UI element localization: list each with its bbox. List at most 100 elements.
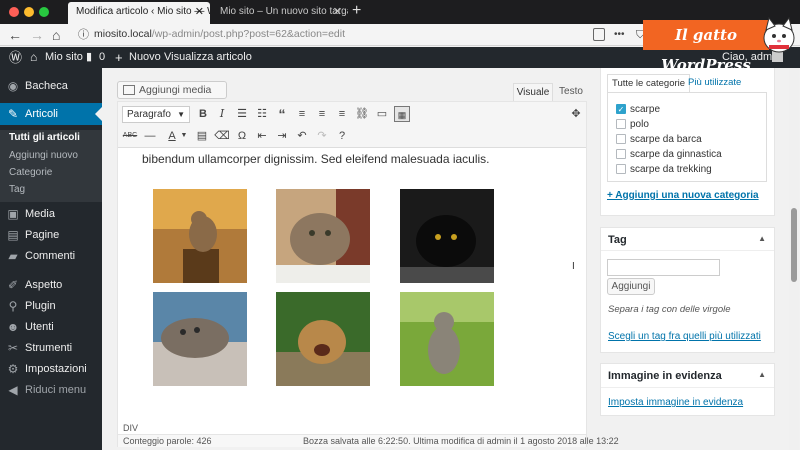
sidebar-item-commenti[interactable]: ▰ Commenti	[0, 245, 102, 267]
collapse-arrow-icon[interactable]: ▲	[758, 370, 766, 379]
wrench-icon: ✂	[7, 341, 19, 355]
checkbox[interactable]	[616, 119, 626, 129]
sidebar-item-riduci-menu[interactable]: ◀ Riduci menu	[0, 379, 102, 401]
link-icon[interactable]: ⛓	[354, 106, 370, 122]
user-icon: ☻	[6, 320, 20, 334]
bullet-list-icon[interactable]: ☰	[234, 106, 250, 122]
sidebar-item-pagine[interactable]: ▤ Pagine	[0, 224, 102, 246]
submenu-tags[interactable]: Tag	[9, 182, 25, 198]
element-path[interactable]: DIV	[123, 423, 138, 433]
clear-formatting-icon[interactable]: ⌫	[214, 128, 230, 144]
sidebar-item-label: Plugin	[25, 300, 56, 312]
sidebar-item-bacheca[interactable]: ◉ Bacheca	[0, 75, 102, 97]
sidebar-item-media[interactable]: ▣ Media	[0, 203, 102, 225]
post-content-text[interactable]: bibendum ullamcorper dignissim. Sed elei…	[142, 152, 490, 166]
tab-visual-label: Visuale	[516, 87, 550, 98]
wordpress-logo-icon[interactable]: Ⓦ	[9, 47, 22, 68]
horizontal-line-icon[interactable]: —	[142, 128, 158, 144]
category-label: polo	[630, 119, 649, 130]
address-input[interactable]: miosito.local/wp-admin/post.php?post=62&…	[94, 28, 345, 40]
view-post-link[interactable]: Visualizza articolo	[164, 47, 252, 68]
tab-site-home[interactable]: Mio sito – Un nuovo sito targato Wor ✕	[212, 2, 348, 24]
new-content-link[interactable]: Nuovo	[129, 47, 161, 68]
save-status: Bozza salvata alle 6:22:50. Ultima modif…	[303, 436, 619, 446]
sidebar-item-articoli[interactable]: ✎ Articoli	[0, 103, 102, 125]
gallery-image-2[interactable]	[276, 189, 370, 283]
sidebar-item-label: Riduci menu	[25, 384, 87, 396]
collapse-arrow-icon[interactable]: ▲	[758, 234, 766, 243]
submenu-categories[interactable]: Categorie	[9, 165, 52, 181]
category-label: scarpe	[630, 104, 661, 115]
scrollbar-thumb[interactable]	[791, 208, 797, 282]
blockquote-icon[interactable]: “	[274, 106, 290, 122]
read-more-icon[interactable]: ▭	[374, 106, 390, 122]
reader-view-icon[interactable]	[593, 28, 605, 41]
more-actions-icon[interactable]: •••	[614, 25, 625, 45]
help-icon[interactable]: ?	[334, 128, 350, 144]
fullscreen-icon[interactable]: ✥	[568, 106, 584, 122]
admin-sidebar: ◉ Bacheca ✎ Articoli Tutti gli articoli …	[0, 68, 102, 450]
gallery-image-4[interactable]	[153, 292, 247, 386]
align-center-icon[interactable]: ≡	[314, 106, 330, 122]
format-select[interactable]: Paragrafo ▼	[122, 106, 190, 123]
close-tab-icon[interactable]: ✕	[333, 2, 342, 22]
sidebar-item-strumenti[interactable]: ✂ Strumenti	[0, 337, 102, 359]
gallery-image-5[interactable]	[276, 292, 370, 386]
home-icon[interactable]: ⌂	[52, 25, 60, 45]
forward-arrow-icon[interactable]: →	[30, 25, 44, 45]
comment-icon[interactable]: ▮	[86, 47, 92, 68]
minimize-window-button[interactable]	[24, 7, 34, 17]
outdent-icon[interactable]: ⇤	[254, 128, 270, 144]
new-tab-button[interactable]: +	[352, 1, 361, 21]
tab-text[interactable]: Testo	[555, 83, 587, 101]
numbered-list-icon[interactable]: ☷	[254, 106, 270, 122]
paste-text-icon[interactable]: ▤	[194, 128, 210, 144]
bold-icon[interactable]: B	[195, 106, 211, 122]
checkbox-checked[interactable]: ✓	[616, 104, 626, 114]
indent-icon[interactable]: ⇥	[274, 128, 290, 144]
align-right-icon[interactable]: ≡	[334, 106, 350, 122]
close-window-button[interactable]	[9, 7, 19, 17]
gallery-image-1[interactable]	[153, 189, 247, 283]
page-scrollbar[interactable]	[789, 68, 799, 450]
set-featured-image-link[interactable]: Imposta immagine in evidenza	[608, 397, 743, 408]
tab-edit-post[interactable]: Modifica articolo ‹ Mio sito — Word ✕	[68, 2, 210, 24]
undo-icon[interactable]: ↶	[294, 128, 310, 144]
submenu-all-posts[interactable]: Tutti gli articoli	[9, 130, 80, 146]
special-character-icon[interactable]: Ω	[234, 128, 250, 144]
strikethrough-icon[interactable]: ABC	[122, 128, 138, 144]
tab-visual[interactable]: Visuale	[513, 83, 553, 101]
gallery-image-3[interactable]	[400, 189, 494, 283]
checkbox[interactable]	[616, 164, 626, 174]
site-info-icon[interactable]: ⓘ	[78, 25, 89, 45]
comments-count[interactable]: 0	[99, 47, 105, 68]
gallery-image-6[interactable]	[400, 292, 494, 386]
tag-hint: Separa i tag con delle virgole	[608, 304, 731, 315]
toolbar-toggle-icon[interactable]: ▦	[394, 106, 410, 122]
add-media-button[interactable]: Aggiungi media	[117, 81, 227, 99]
checkbox[interactable]	[616, 134, 626, 144]
word-count: Conteggio parole: 426	[123, 436, 212, 446]
checkbox[interactable]	[616, 149, 626, 159]
close-tab-icon[interactable]: ✕	[195, 2, 204, 22]
featured-image-panel: Immagine in evidenza ▲	[600, 363, 775, 416]
add-tag-button[interactable]: Aggiungi	[607, 278, 655, 295]
back-arrow-icon[interactable]: ←	[8, 25, 22, 45]
choose-tag-link[interactable]: Scegli un tag fra quelli più utilizzati	[608, 331, 761, 342]
maximize-window-button[interactable]	[39, 7, 49, 17]
sidebar-item-impostazioni[interactable]: ⚙ Impostazioni	[0, 358, 102, 380]
tab-title: Modifica articolo ‹ Mio sito — Word	[76, 6, 210, 17]
italic-icon[interactable]: I	[214, 106, 230, 122]
align-left-icon[interactable]: ≡	[294, 106, 310, 122]
submenu-add-new[interactable]: Aggiungi nuovo	[9, 148, 78, 164]
sidebar-item-label: Impostazioni	[25, 363, 87, 375]
sidebar-item-plugin[interactable]: ⚲ Plugin	[0, 295, 102, 317]
sidebar-item-aspetto[interactable]: ✐ Aspetto	[0, 274, 102, 296]
sidebar-item-utenti[interactable]: ☻ Utenti	[0, 316, 102, 338]
add-category-link[interactable]: + Aggiungi una nuova categoria	[607, 190, 759, 201]
site-name-link[interactable]: Mio sito	[45, 47, 83, 68]
chevron-down-icon[interactable]: ▼	[176, 128, 192, 144]
add-tag-label: Aggiungi	[611, 281, 651, 292]
redo-icon[interactable]: ↷	[314, 128, 330, 144]
tag-input[interactable]	[607, 259, 720, 276]
